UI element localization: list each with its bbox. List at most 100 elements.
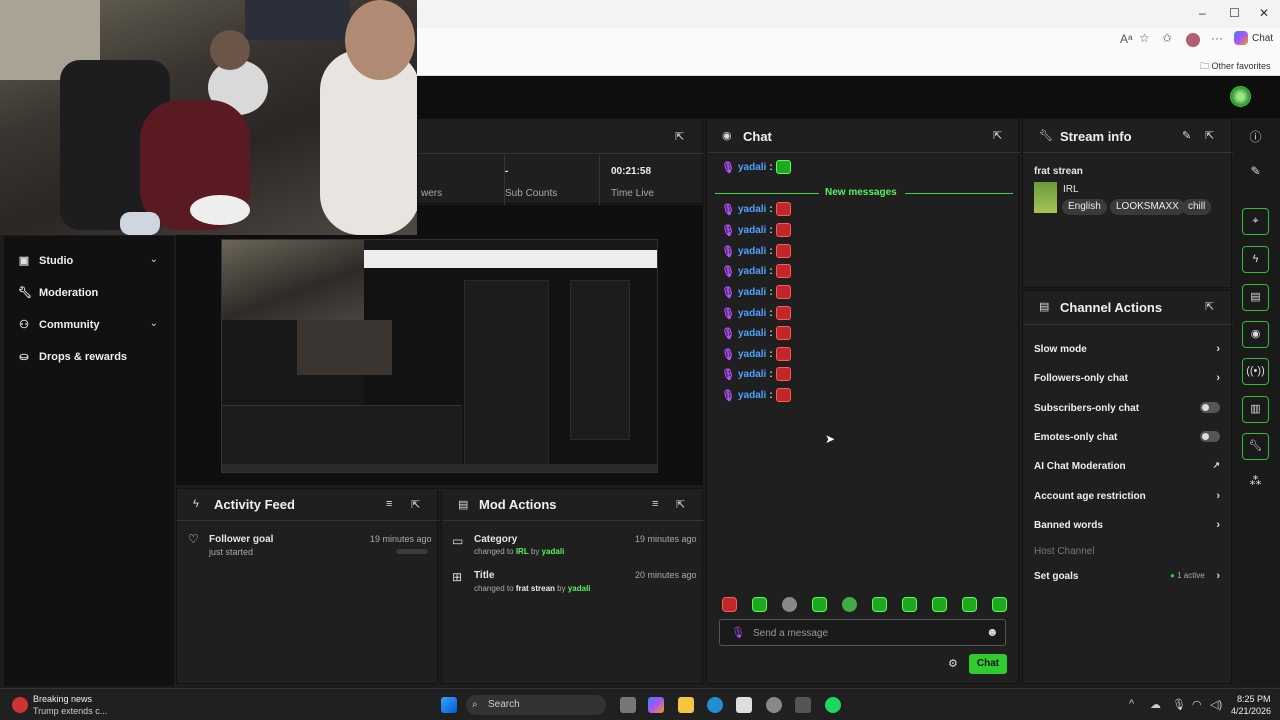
followers-only-row[interactable]: Followers-only chat ›: [1034, 372, 1224, 384]
minimize-button[interactable]: –: [1199, 6, 1206, 20]
chat-message[interactable]: 🎙︎ yadali:: [721, 367, 791, 381]
popout-icon[interactable]: ⇱: [1205, 129, 1214, 142]
file-explorer-icon[interactable]: [678, 697, 694, 713]
chat-message[interactable]: 🎙︎ yadali:: [721, 306, 791, 320]
chat-message[interactable]: 🎙︎ yadali:: [721, 202, 791, 216]
close-button[interactable]: ✕: [1259, 6, 1269, 20]
sidebar-item-drops[interactable]: ⛀ Drops & rewards: [18, 350, 127, 364]
tag-chip[interactable]: chill: [1182, 199, 1212, 215]
app-icon[interactable]: [795, 697, 811, 713]
ai-moderation-row[interactable]: AI Chat Moderation ↗: [1034, 460, 1224, 472]
chat-username[interactable]: yadali: [738, 328, 766, 339]
clock-date[interactable]: 4/21/2026: [1231, 706, 1271, 716]
chat-message[interactable]: 🎙︎ yadali:: [721, 160, 791, 174]
emoji-icon[interactable]: ☻: [986, 625, 999, 639]
chat-message-input[interactable]: 🎙︎ Send a message ☻: [719, 619, 1006, 646]
sidebar-item-moderation[interactable]: 🔧︎ Moderation: [18, 286, 98, 300]
volume-icon[interactable]: ◁): [1210, 698, 1222, 711]
chat-username[interactable]: yadali: [738, 246, 766, 257]
chat-message[interactable]: 🎙︎ yadali:: [721, 388, 791, 402]
chat-username[interactable]: yadali: [738, 287, 766, 298]
account-age-row[interactable]: Account age restriction ›: [1034, 490, 1224, 502]
edit-pencil-icon[interactable]: ✎: [1182, 129, 1191, 142]
emote-button[interactable]: [842, 597, 857, 612]
chat-username[interactable]: yadali: [738, 349, 766, 360]
popout-icon[interactable]: ⇱: [411, 498, 420, 511]
app-icon[interactable]: [766, 697, 782, 713]
more-tools-icon[interactable]: ⁂: [1242, 474, 1269, 494]
tag-chip[interactable]: English: [1062, 199, 1107, 215]
read-aloud-icon[interactable]: Aᵃ: [1120, 32, 1132, 46]
chat-message[interactable]: 🎙︎ yadali:: [721, 285, 791, 299]
chat-username[interactable]: yadali: [738, 225, 766, 236]
chevron-down-icon[interactable]: ⌄: [150, 318, 158, 329]
spotify-icon[interactable]: [825, 697, 841, 713]
channel-actions-icon[interactable]: ▥: [1242, 396, 1269, 423]
maximize-button[interactable]: ☐: [1229, 6, 1240, 20]
chat-username[interactable]: yadali: [738, 369, 766, 380]
news-title[interactable]: Breaking news: [33, 694, 92, 704]
slow-mode-row[interactable]: Slow mode ›: [1034, 343, 1224, 355]
chat-message[interactable]: 🎙︎ yadali:: [721, 326, 791, 340]
chat-username[interactable]: yadali: [738, 390, 766, 401]
cloud-icon[interactable]: ☁: [1150, 698, 1161, 711]
profile-avatar[interactable]: [1186, 33, 1200, 47]
copilot-chat-button[interactable]: Chat: [1234, 31, 1273, 45]
subscribers-only-toggle[interactable]: [1200, 402, 1220, 413]
emote-button[interactable]: [872, 597, 887, 612]
emote-button[interactable]: [902, 597, 917, 612]
news-widget-icon[interactable]: [12, 697, 28, 713]
filter-icon[interactable]: ≡: [386, 498, 392, 510]
stream-preview-video[interactable]: [221, 239, 658, 473]
chat-username[interactable]: yadali: [738, 266, 766, 277]
chat-message[interactable]: 🎙︎ yadali:: [721, 264, 791, 278]
chat-message[interactable]: 🎙︎ yadali:: [721, 244, 791, 258]
more-menu-icon[interactable]: ···: [1211, 31, 1223, 45]
popout-icon[interactable]: ⇱: [993, 129, 1002, 142]
banned-words-row[interactable]: Banned words ›: [1034, 519, 1224, 531]
chat-send-button[interactable]: Chat: [969, 654, 1007, 674]
set-goals-row[interactable]: Set goals ● 1 active ›: [1034, 570, 1224, 582]
chat-message[interactable]: 🎙︎ yadali:: [721, 223, 791, 237]
emote-button[interactable]: [932, 597, 947, 612]
emotes-only-toggle[interactable]: [1200, 431, 1220, 442]
clipboard-icon[interactable]: ▤: [1242, 284, 1269, 311]
popout-icon[interactable]: ⇱: [676, 498, 685, 511]
wifi-icon[interactable]: ◠: [1192, 698, 1202, 711]
chat-username[interactable]: yadali: [738, 162, 766, 173]
mic-tray-icon[interactable]: 🎙︎: [1172, 698, 1186, 711]
popout-icon[interactable]: ⇱: [675, 130, 684, 143]
favorites-icon[interactable]: ✩: [1162, 31, 1172, 45]
emote-button[interactable]: [752, 597, 767, 612]
tag-chip[interactable]: LOOKSMAXX: [1110, 199, 1185, 215]
user-avatar[interactable]: [1230, 86, 1251, 107]
filter-icon[interactable]: ≡: [652, 498, 658, 510]
store-icon[interactable]: [736, 697, 752, 713]
edit-pencil-icon[interactable]: ✎: [1242, 164, 1269, 184]
emote-button[interactable]: [722, 597, 737, 612]
popout-icon[interactable]: ⇱: [1205, 300, 1214, 313]
task-view-icon[interactable]: [620, 697, 636, 713]
broadcast-icon[interactable]: ((•)): [1242, 358, 1269, 385]
lightning-icon[interactable]: ϟ: [1242, 246, 1269, 273]
emote-button[interactable]: [992, 597, 1007, 612]
capture-icon[interactable]: ⌖: [1242, 208, 1269, 235]
sidebar-item-community[interactable]: ⚇ Community: [18, 318, 99, 332]
chevron-down-icon[interactable]: ⌄: [150, 254, 158, 265]
chat-settings-icon[interactable]: ⚙: [948, 657, 958, 670]
edge-icon[interactable]: [707, 697, 723, 713]
emote-button[interactable]: [782, 597, 797, 612]
tray-chevron-icon[interactable]: ^: [1129, 698, 1134, 710]
sidebar-item-studio[interactable]: ▣ Studio: [18, 254, 73, 268]
other-favorites-folder[interactable]: 🗀 Other favorites: [1200, 59, 1271, 75]
taskbar-search[interactable]: ⌕ Search: [466, 695, 606, 715]
news-subtitle[interactable]: Trump extends c...: [33, 706, 107, 716]
emote-button[interactable]: [962, 597, 977, 612]
emote-button[interactable]: [812, 597, 827, 612]
favorite-star-icon[interactable]: ☆: [1139, 31, 1150, 45]
start-icon[interactable]: [441, 697, 457, 713]
chat-message[interactable]: 🎙︎ yadali:: [721, 347, 791, 361]
clock-time[interactable]: 8:25 PM: [1237, 694, 1271, 704]
info-icon[interactable]: ⓘ: [1242, 128, 1269, 148]
copilot-app-icon[interactable]: [648, 697, 664, 713]
